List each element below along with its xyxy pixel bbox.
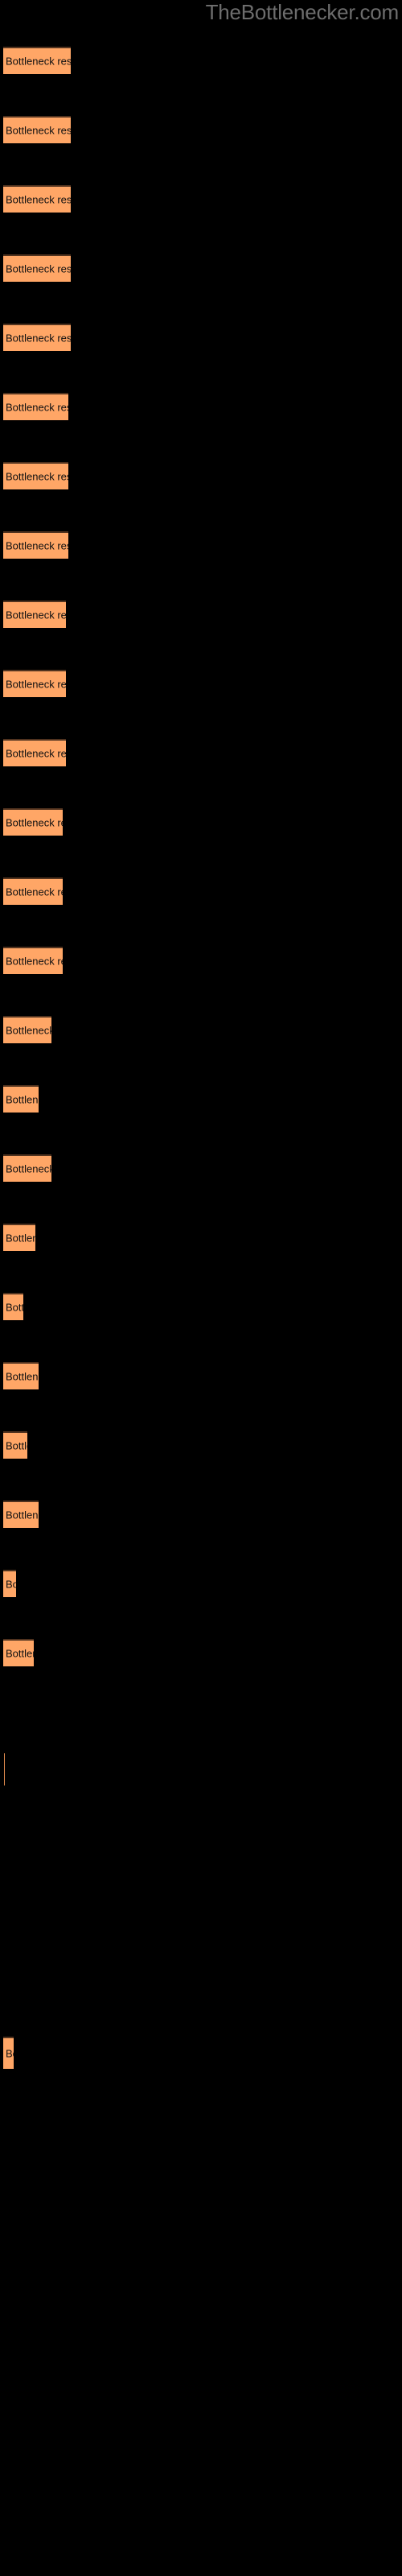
bar-chart-root: TheBottlenecker.com Bottleneck resultBot…	[0, 0, 402, 2576]
bar-label: Bottleneck result	[6, 539, 68, 552]
axis-tick-mark	[4, 1753, 5, 1785]
bar-label: Bottleneck result	[6, 401, 68, 414]
bar-result[interactable]: Bottleneck result	[3, 1085, 39, 1113]
bar-result[interactable]: Bottleneck result	[3, 1639, 34, 1666]
bar-label: Bottleneck result	[6, 1439, 27, 1452]
bar-label: Bottleneck result	[6, 124, 71, 137]
bar-label: Bottleneck result	[6, 1370, 39, 1383]
bar-label: Bottleneck result	[6, 609, 66, 621]
bar-result[interactable]: Bottleneck result	[3, 1501, 39, 1528]
bar-label: Bottleneck result	[6, 678, 66, 691]
bar-label: Bottleneck result	[6, 55, 71, 68]
bar-result[interactable]: Bottleneck result	[3, 947, 63, 974]
bar-result[interactable]: Bottleneck result	[3, 1362, 39, 1389]
bars-layer: Bottleneck result Bottleneck result Bottle…	[0, 0, 402, 2576]
bar-label: Bottleneck result	[6, 1578, 16, 1591]
bar-label: Bottleneck result	[6, 955, 63, 968]
bar-result[interactable]: Bottleneck result	[3, 1154, 51, 1182]
bar-label: Bottleneck result	[6, 1024, 51, 1037]
bar-label: Bottleneck result	[6, 1509, 39, 1521]
bar-result[interactable]: Bottleneck result	[3, 601, 66, 628]
bar-label: Bottleneck result	[6, 470, 68, 483]
bar-result[interactable]: Bottleneck result	[3, 1431, 27, 1459]
bar-result[interactable]: Bottleneck result	[3, 462, 68, 489]
bar-result[interactable]: Bottleneck result	[3, 185, 71, 213]
bar-result[interactable]: Bottleneck result	[3, 324, 71, 351]
bar-result[interactable]: Bottleneck result	[3, 531, 68, 559]
bar-result[interactable]: Bottleneck result	[3, 739, 66, 766]
bar-result[interactable]: Bottleneck result	[3, 1224, 35, 1251]
bar-result[interactable]: Bottleneck result	[3, 2037, 14, 2069]
bar-label: Bottleneck result	[6, 1647, 34, 1660]
bar-result[interactable]: Bottleneck result	[3, 877, 63, 905]
bar-label: Bottleneck result	[6, 2047, 14, 2060]
bar-label: Bottleneck result	[6, 1093, 39, 1106]
bar-result[interactable]: Bottleneck result	[3, 254, 71, 282]
bar-label: Bottleneck result	[6, 1162, 51, 1175]
bar-result[interactable]: Bottleneck result	[3, 1293, 23, 1320]
bar-label: Bottleneck result	[6, 193, 71, 206]
bar-result[interactable]: Bottleneck result	[3, 47, 71, 74]
bar-result[interactable]: Bottleneck result	[3, 808, 63, 836]
bar-result[interactable]: Bottleneck result	[3, 1016, 51, 1043]
bar-result[interactable]: Bottleneck result	[3, 670, 66, 697]
bar-result[interactable]: Bottleneck result	[3, 393, 68, 420]
bar-result[interactable]: Bottleneck result	[3, 116, 71, 143]
bar-label: Bottleneck result	[6, 332, 71, 345]
bar-label: Bottleneck result	[6, 1232, 35, 1245]
bar-label: Bottleneck result	[6, 1301, 23, 1314]
bar-label: Bottleneck result	[6, 747, 66, 760]
bar-result[interactable]: Bottleneck result	[3, 1570, 16, 1597]
bar-label: Bottleneck result	[6, 816, 63, 829]
bar-label: Bottleneck result	[6, 262, 71, 275]
bar-label: Bottleneck result	[6, 886, 63, 898]
